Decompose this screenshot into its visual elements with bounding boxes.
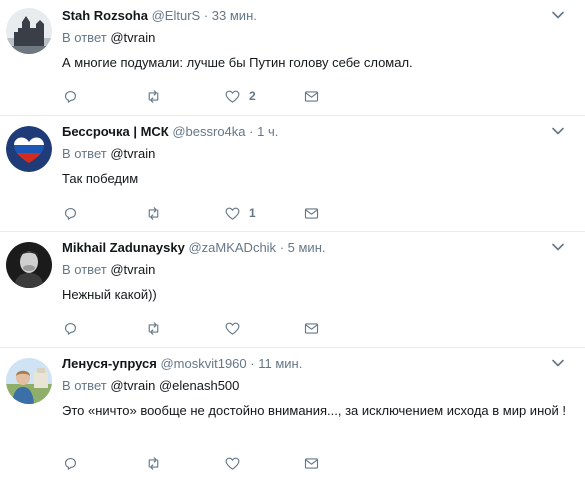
tweet-header: Mikhail Zadunaysky @zaMKADchik · 5 мин. (62, 239, 573, 257)
reply-icon (64, 322, 77, 335)
reply-prefix: В ответ (62, 30, 107, 45)
direct-message-button[interactable] (303, 86, 320, 106)
user-handle[interactable]: @zaMKADchik (188, 240, 276, 255)
reply-to-line: В ответ @tvrain (62, 145, 573, 163)
tweet-text: Это «ничто» вообще не достойно внимания.… (62, 403, 566, 418)
direct-message-button[interactable] (303, 453, 320, 473)
mention-link[interactable]: @tvrain (110, 262, 155, 277)
separator-dot: · (250, 356, 255, 371)
direct-message-button[interactable] (303, 318, 320, 338)
retweet-button[interactable] (145, 86, 162, 106)
reply-prefix: В ответ (62, 262, 107, 277)
tweet-header: Бессрочка | МСК @bessro4ka · 1 ч. (62, 123, 573, 141)
chevron-down-icon[interactable] (551, 8, 565, 22)
reply-button[interactable] (62, 318, 79, 338)
envelope-icon (304, 90, 319, 102)
tweet-item[interactable]: Mikhail Zadunaysky @zaMKADchik · 5 мин. … (0, 232, 585, 348)
envelope-icon (304, 322, 319, 334)
timestamp[interactable]: 33 мин. (212, 8, 257, 23)
timestamp[interactable]: 5 мин. (288, 240, 326, 255)
retweet-button[interactable] (145, 318, 162, 338)
reply-button[interactable] (62, 203, 79, 223)
heart-icon (225, 90, 240, 103)
heart-icon (225, 207, 240, 220)
mention-link[interactable]: @tvrain (110, 30, 155, 45)
tweet-feed: Stah Rozsoha @ElturS · 33 мин. В ответ @… (0, 0, 585, 483)
tweet-item[interactable]: Бессрочка | МСК @bessro4ka · 1 ч. В отве… (0, 116, 585, 232)
tweet-actions (62, 318, 332, 338)
display-name[interactable]: Бессрочка | МСК (62, 124, 169, 139)
heart-icon (225, 322, 240, 335)
tweet-actions: 2 (62, 86, 332, 106)
separator-dot: · (279, 240, 285, 255)
user-handle[interactable]: @ElturS (152, 8, 201, 23)
like-button[interactable] (224, 453, 249, 473)
mention-link[interactable]: @tvrain (110, 146, 155, 161)
mention-link[interactable]: @tvrain (110, 378, 155, 393)
reply-icon (64, 90, 77, 103)
retweet-icon (148, 456, 159, 470)
tweet-text: Так победим (62, 171, 139, 186)
like-button[interactable] (224, 318, 249, 338)
tweet-text: А многие подумали: лучше бы Путин голову… (62, 55, 413, 70)
avatar[interactable] (6, 8, 52, 54)
timestamp[interactable]: 11 мин. (258, 356, 302, 371)
envelope-icon (304, 207, 319, 219)
tweet-item[interactable]: Stah Rozsoha @ElturS · 33 мин. В ответ @… (0, 0, 585, 116)
mention-link[interactable]: @elenash500 (159, 378, 239, 393)
separator-dot: · (203, 8, 209, 23)
avatar[interactable] (6, 358, 52, 404)
tweet-header: Stah Rozsoha @ElturS · 33 мин. (62, 7, 573, 25)
retweet-icon (148, 206, 159, 220)
heart-icon (225, 457, 240, 470)
separator-dot: · (249, 124, 254, 139)
user-handle[interactable]: @moskvit1960 (160, 356, 246, 371)
reply-to-line: В ответ @tvrain (62, 29, 573, 47)
reply-icon (64, 207, 77, 220)
tweet-actions: 1 (62, 203, 332, 223)
reply-button[interactable] (62, 86, 79, 106)
avatar[interactable] (6, 242, 52, 288)
retweet-icon (148, 89, 159, 103)
like-button[interactable]: 1 (224, 203, 256, 223)
chevron-down-icon[interactable] (551, 240, 565, 254)
direct-message-button[interactable] (303, 203, 320, 223)
chevron-down-icon[interactable] (551, 124, 565, 138)
display-name[interactable]: Mikhail Zadunaysky (62, 240, 185, 255)
reply-icon (64, 457, 77, 470)
display-name[interactable]: Ленуся-упруся (62, 356, 157, 371)
tweet-item[interactable]: Ленуся-упруся @moskvit1960 · 11 мин. В о… (0, 348, 585, 483)
reply-to-line: В ответ @tvrain (62, 261, 573, 279)
reply-prefix: В ответ (62, 378, 107, 393)
tweet-text: Нежный какой)) (62, 287, 157, 302)
tweet-header: Ленуся-упруся @moskvit1960 · 11 мин. (62, 355, 573, 373)
timestamp[interactable]: 1 ч. (257, 124, 278, 139)
retweet-button[interactable] (145, 453, 162, 473)
chevron-down-icon[interactable] (551, 356, 565, 370)
reply-button[interactable] (62, 453, 79, 473)
reply-prefix: В ответ (62, 146, 107, 161)
display-name[interactable]: Stah Rozsoha (62, 8, 148, 23)
retweet-button[interactable] (145, 203, 162, 223)
reply-to-line: В ответ @tvrain @elenash500 (62, 377, 573, 395)
user-handle[interactable]: @bessro4ka (172, 124, 245, 139)
envelope-icon (304, 457, 319, 469)
like-count: 1 (249, 206, 256, 220)
retweet-icon (148, 321, 159, 335)
tweet-actions (62, 453, 332, 473)
like-count: 2 (249, 89, 256, 103)
avatar[interactable] (6, 126, 52, 172)
like-button[interactable]: 2 (224, 86, 256, 106)
